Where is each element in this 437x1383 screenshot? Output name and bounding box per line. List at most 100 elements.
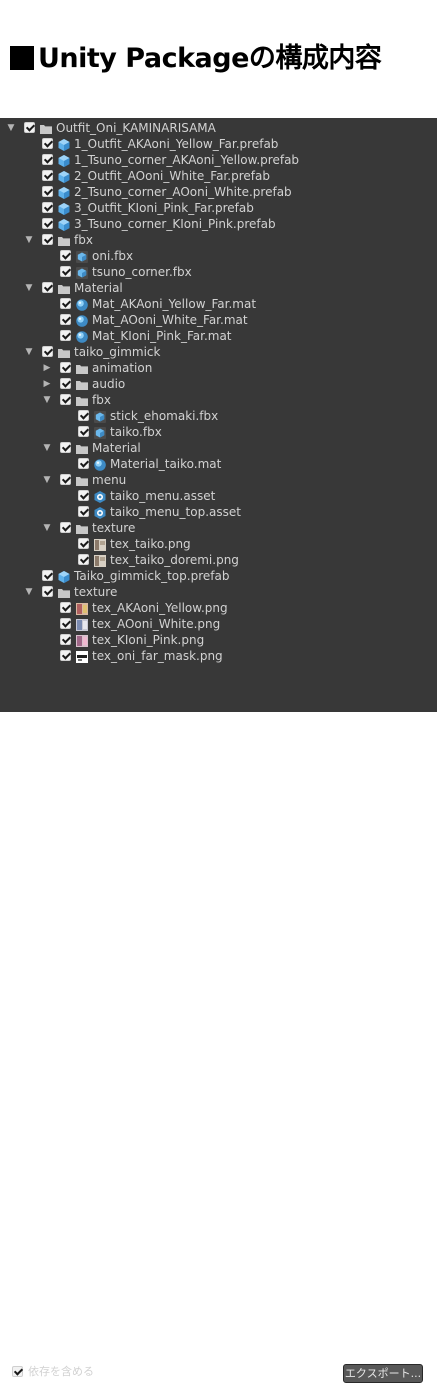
tree-row[interactable]: tex_AKAoni_Yellow.png	[0, 601, 437, 617]
tree-item-label: 3_Outfit_KIoni_Pink_Far.prefab	[74, 201, 254, 215]
include-checkbox[interactable]	[60, 618, 71, 629]
include-checkbox[interactable]	[78, 458, 89, 469]
tree-row[interactable]: ▶ animation	[0, 361, 437, 377]
include-checkbox[interactable]	[42, 154, 53, 165]
export-button[interactable]: エクスポート...	[343, 1364, 423, 1383]
page-title: Unity Packageの構成内容	[10, 36, 382, 75]
include-checkbox[interactable]	[42, 346, 53, 357]
tree-row[interactable]: 1_Tsuno_corner_AKAoni_Yellow.prefab	[0, 153, 437, 169]
include-checkbox[interactable]	[60, 474, 71, 485]
texture-icon	[93, 537, 107, 551]
tree-row[interactable]: tex_taiko.png	[0, 537, 437, 553]
tree-row[interactable]: 2_Outfit_AOoni_White_Far.prefab	[0, 169, 437, 185]
include-checkbox[interactable]	[78, 554, 89, 565]
tree-item-label: Mat_AKAoni_Yellow_Far.mat	[92, 297, 257, 311]
folder-icon	[75, 393, 89, 407]
tree-row[interactable]: Mat_AOoni_White_Far.mat	[0, 313, 437, 329]
tree-row[interactable]: tex_oni_far_mask.png	[0, 649, 437, 665]
include-checkbox[interactable]	[78, 410, 89, 421]
include-checkbox[interactable]	[60, 314, 71, 325]
include-checkbox[interactable]	[60, 250, 71, 261]
include-checkbox[interactable]	[60, 394, 71, 405]
prefab-icon	[57, 201, 71, 215]
include-checkbox[interactable]	[60, 266, 71, 277]
include-checkbox[interactable]	[60, 378, 71, 389]
tree-item-label: tex_taiko.png	[110, 537, 191, 551]
tree-row[interactable]: ▶ audio	[0, 377, 437, 393]
tree-item-label: taiko.fbx	[110, 425, 162, 439]
tree-row[interactable]: Material_taiko.mat	[0, 457, 437, 473]
include-checkbox[interactable]	[60, 602, 71, 613]
material-icon	[93, 457, 107, 471]
include-checkbox[interactable]	[42, 234, 53, 245]
include-checkbox[interactable]	[42, 186, 53, 197]
include-checkbox[interactable]	[42, 138, 53, 149]
include-checkbox[interactable]	[60, 298, 71, 309]
expand-arrow-down-icon[interactable]: ▼	[42, 395, 52, 405]
expand-arrow-down-icon[interactable]: ▼	[42, 523, 52, 533]
tree-row[interactable]: 2_Tsuno_corner_AOoni_White.prefab	[0, 185, 437, 201]
tree-row[interactable]: tsuno_corner.fbx	[0, 265, 437, 281]
folder-icon	[75, 473, 89, 487]
tree-row[interactable]: 1_Outfit_AKAoni_Yellow_Far.prefab	[0, 137, 437, 153]
texture-icon	[93, 553, 107, 567]
include-checkbox[interactable]	[78, 506, 89, 517]
tree-row[interactable]: ▼ menu	[0, 473, 437, 489]
tree-row[interactable]: Mat_AKAoni_Yellow_Far.mat	[0, 297, 437, 313]
tree-item-label: audio	[92, 377, 126, 391]
expand-arrow-down-icon[interactable]: ▼	[24, 235, 34, 245]
include-checkbox[interactable]	[24, 122, 35, 133]
expand-arrow-down-icon[interactable]: ▼	[24, 347, 34, 357]
tree-row[interactable]: ▼ Material	[0, 281, 437, 297]
tree-item-label: animation	[92, 361, 153, 375]
include-dependencies-checkbox[interactable]	[12, 1366, 23, 1377]
include-checkbox[interactable]	[78, 426, 89, 437]
expand-arrow-down-icon[interactable]: ▼	[24, 283, 34, 293]
include-checkbox[interactable]	[78, 490, 89, 501]
include-checkbox[interactable]	[42, 202, 53, 213]
tree-row[interactable]: taiko_menu_top.asset	[0, 505, 437, 521]
expand-arrow-down-icon[interactable]: ▼	[42, 475, 52, 485]
expand-arrow-right-icon[interactable]: ▶	[42, 363, 52, 373]
include-checkbox[interactable]	[42, 282, 53, 293]
tree-row[interactable]: ▼ texture	[0, 521, 437, 537]
tree-item-label: tsuno_corner.fbx	[92, 265, 192, 279]
tree-row[interactable]: tex_AOoni_White.png	[0, 617, 437, 633]
tree-row[interactable]: ▼ Outfit_Oni_KAMINARISAMA	[0, 121, 437, 137]
tree-row[interactable]: ▼ taiko_gimmick	[0, 345, 437, 361]
expand-arrow-down-icon[interactable]: ▼	[42, 443, 52, 453]
tree-item-label: Material	[74, 281, 123, 295]
include-checkbox[interactable]	[60, 330, 71, 341]
include-checkbox[interactable]	[78, 538, 89, 549]
include-checkbox[interactable]	[60, 650, 71, 661]
tree-row[interactable]: 3_Outfit_KIoni_Pink_Far.prefab	[0, 201, 437, 217]
tree-row[interactable]: Taiko_gimmick_top.prefab	[0, 569, 437, 585]
tree-row[interactable]: tex_taiko_doremi.png	[0, 553, 437, 569]
expand-arrow-right-icon[interactable]: ▶	[42, 379, 52, 389]
tree-row[interactable]: tex_KIoni_Pink.png	[0, 633, 437, 649]
fbx-model-icon	[93, 425, 107, 439]
include-checkbox[interactable]	[42, 170, 53, 181]
tree-row[interactable]: taiko_menu.asset	[0, 489, 437, 505]
tree-row[interactable]: taiko.fbx	[0, 425, 437, 441]
tree-row[interactable]: Mat_KIoni_Pink_Far.mat	[0, 329, 437, 345]
tree-row[interactable]: stick_ehomaki.fbx	[0, 409, 437, 425]
include-checkbox[interactable]	[60, 442, 71, 453]
tree-row[interactable]: ▼ texture	[0, 585, 437, 601]
tree-row[interactable]: oni.fbx	[0, 249, 437, 265]
include-checkbox[interactable]	[60, 522, 71, 533]
include-checkbox[interactable]	[60, 362, 71, 373]
include-checkbox[interactable]	[60, 634, 71, 645]
expand-arrow-down-icon[interactable]: ▼	[6, 123, 16, 133]
tree-row[interactable]: ▼ fbx	[0, 393, 437, 409]
tree-row[interactable]: ▼ fbx	[0, 233, 437, 249]
include-checkbox[interactable]	[42, 218, 53, 229]
tree-item-label: texture	[92, 521, 136, 535]
scriptable-asset-icon	[93, 505, 107, 519]
include-checkbox[interactable]	[42, 586, 53, 597]
expand-arrow-down-icon[interactable]: ▼	[24, 587, 34, 597]
tree-item-label: taiko_menu.asset	[110, 489, 216, 503]
tree-row[interactable]: 3_Tsuno_corner_KIoni_Pink.prefab	[0, 217, 437, 233]
tree-row[interactable]: ▼ Material	[0, 441, 437, 457]
include-checkbox[interactable]	[42, 570, 53, 581]
